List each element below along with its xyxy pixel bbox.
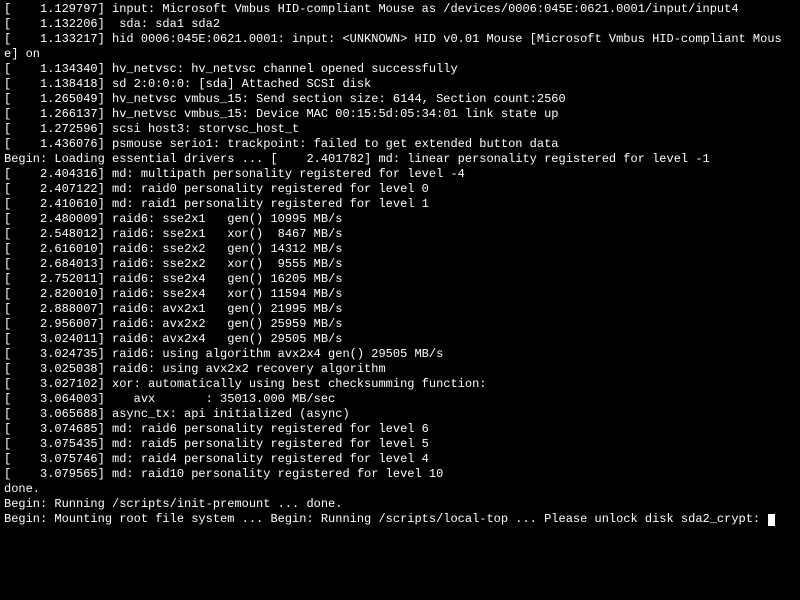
console-line: [ 1.436076] psmouse serio1: trackpoint: … bbox=[4, 137, 796, 152]
console-line: [ 1.265049] hv_netvsc vmbus_15: Send sec… bbox=[4, 92, 796, 107]
console-line: [ 1.134340] hv_netvsc: hv_netvsc channel… bbox=[4, 62, 796, 77]
console-line: Begin: Loading essential drivers ... [ 2… bbox=[4, 152, 796, 167]
console-line: [ 3.065688] async_tx: api initialized (a… bbox=[4, 407, 796, 422]
console-line: [ 1.138418] sd 2:0:0:0: [sda] Attached S… bbox=[4, 77, 796, 92]
console-line: [ 2.407122] md: raid0 personality regist… bbox=[4, 182, 796, 197]
console-line: [ 1.272596] scsi host3: storvsc_host_t bbox=[4, 122, 796, 137]
console-line: [ 2.752011] raid6: sse2x4 gen() 16205 MB… bbox=[4, 272, 796, 287]
console-line: [ 3.025038] raid6: using avx2x2 recovery… bbox=[4, 362, 796, 377]
console-line: Begin: Mounting root file system ... Beg… bbox=[4, 512, 796, 527]
console-line: [ 2.684013] raid6: sse2x2 xor() 9555 MB/… bbox=[4, 257, 796, 272]
console-line: [ 3.079565] md: raid10 personality regis… bbox=[4, 467, 796, 482]
console-line: [ 3.027102] xor: automatically using bes… bbox=[4, 377, 796, 392]
console-line: [ 3.074685] md: raid6 personality regist… bbox=[4, 422, 796, 437]
console-line: [ 2.616010] raid6: sse2x2 gen() 14312 MB… bbox=[4, 242, 796, 257]
console-line: [ 2.480009] raid6: sse2x1 gen() 10995 MB… bbox=[4, 212, 796, 227]
console-line: [ 2.548012] raid6: sse2x1 xor() 8467 MB/… bbox=[4, 227, 796, 242]
cursor bbox=[768, 514, 775, 526]
console-line: Begin: Running /scripts/init-premount ..… bbox=[4, 497, 796, 512]
console-line: [ 3.024735] raid6: using algorithm avx2x… bbox=[4, 347, 796, 362]
console-line: [ 2.820010] raid6: sse2x4 xor() 11594 MB… bbox=[4, 287, 796, 302]
console-line: [ 2.410610] md: raid1 personality regist… bbox=[4, 197, 796, 212]
console-line: [ 2.888007] raid6: avx2x1 gen() 21995 MB… bbox=[4, 302, 796, 317]
console-line: [ 1.132206] sda: sda1 sda2 bbox=[4, 17, 796, 32]
console-line: [ 3.075435] md: raid5 personality regist… bbox=[4, 437, 796, 452]
console-line: [ 3.075746] md: raid4 personality regist… bbox=[4, 452, 796, 467]
console-line: [ 2.956007] raid6: avx2x2 gen() 25959 MB… bbox=[4, 317, 796, 332]
console-line: [ 1.266137] hv_netvsc vmbus_15: Device M… bbox=[4, 107, 796, 122]
console-line: done. bbox=[4, 482, 796, 497]
console-line: [ 3.064003] avx : 35013.000 MB/sec bbox=[4, 392, 796, 407]
console-line: [ 2.404316] md: multipath personality re… bbox=[4, 167, 796, 182]
console-line: [ 3.024011] raid6: avx2x4 gen() 29505 MB… bbox=[4, 332, 796, 347]
boot-console[interactable]: [ 1.129797] input: Microsoft Vmbus HID-c… bbox=[0, 0, 800, 529]
console-line: [ 1.133217] hid 0006:045E:0621.0001: inp… bbox=[4, 32, 796, 62]
console-line: [ 1.129797] input: Microsoft Vmbus HID-c… bbox=[4, 2, 796, 17]
